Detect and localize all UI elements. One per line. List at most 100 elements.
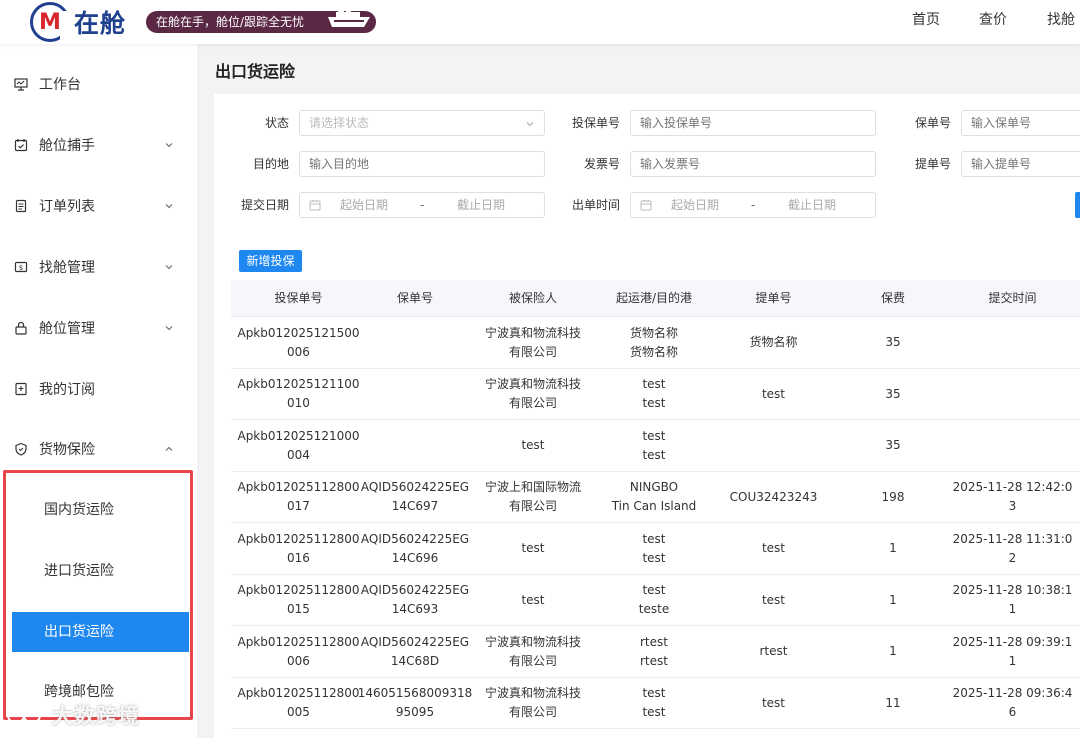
sidebar-item-workbench[interactable]: 工作台: [0, 64, 197, 104]
nav-home[interactable]: 首页: [912, 0, 940, 44]
brand-logo[interactable]: M 在舱: [30, 2, 126, 42]
cell-insured: 宁波真和物流科技 有限公司: [469, 369, 597, 420]
cell-policy-no: AQID56024225EG 14C696: [361, 523, 469, 574]
cell-ports-text: NINGBO Tin Can Island: [611, 480, 697, 513]
sidebar-item-cabin-catcher[interactable]: 舱位捕手: [0, 125, 197, 165]
table-row[interactable]: Apkb012025112800 005 146051568009318 9509…: [231, 677, 1080, 729]
cell-bl-no-text: COU32423243: [729, 489, 818, 504]
status-select[interactable]: 请选择状态: [299, 110, 545, 136]
watermark-text: 大数跨境: [52, 704, 140, 728]
col-header-application-no: 投保单号: [274, 291, 323, 305]
cell-premium: 11: [836, 678, 950, 729]
cell-bl-no-text: test: [761, 386, 786, 401]
cell-application-no: Apkb012025112800 016: [236, 523, 361, 574]
cell-ports: test test: [597, 523, 711, 574]
nav-price-query[interactable]: 查价: [979, 0, 1007, 44]
cell-application-no: Apkb012025112800 015: [236, 575, 361, 626]
policy-app-input[interactable]: [630, 110, 876, 136]
cell-policy-no: [361, 317, 469, 368]
cell-policy-no-text: AQID56024225EG 14C693: [360, 583, 470, 616]
issue-end-date[interactable]: 截止日期: [788, 193, 836, 217]
invoice-label: 发票号: [583, 157, 620, 171]
svg-text:$: $: [19, 264, 23, 272]
cell-ports: NINGBO Tin Can Island: [597, 472, 711, 523]
monitor-icon: [14, 78, 28, 91]
table-row[interactable]: Apkb012025112800 016 AQID56024225EG 14C69…: [231, 523, 1080, 575]
search-button-edge[interactable]: [1075, 192, 1080, 218]
cell-bl-no: [711, 420, 836, 471]
cell-insured: 宁波上和国际物流 有限公司: [469, 472, 597, 523]
cell-policy-no: [361, 420, 469, 471]
cell-application-no-text: Apkb012025112800 015: [237, 583, 360, 616]
sidebar-item-cargo-insurance[interactable]: 货物保险: [0, 429, 197, 469]
calendar-icon: [640, 200, 652, 211]
cell-ports-text: rtest rtest: [640, 634, 668, 668]
cell-submit-time: 2025-11-28 10:38:1 1: [950, 575, 1075, 626]
table-row[interactable]: Apkb012025121000 004 test test test 35: [231, 420, 1080, 472]
policy-no-input[interactable]: [961, 110, 1080, 136]
sidebar-item-cabin-management[interactable]: 舱位管理: [0, 308, 197, 348]
sidebar-item-find-cabin-management[interactable]: $ 找舱管理: [0, 247, 197, 287]
cell-ports-text: test teste: [638, 583, 670, 616]
sidebar-item-order-list[interactable]: 订单列表: [0, 186, 197, 226]
sidebar-subitem-export-cargo[interactable]: 出口货运险: [12, 612, 189, 652]
cell-premium-text: 198: [881, 489, 905, 504]
cell-submit-time: [950, 369, 1075, 420]
cell-bl-no-text: rtest: [759, 644, 788, 658]
cell-application-no-text: Apkb012025112800 016: [237, 531, 360, 565]
cell-bl-no: COU32423243: [711, 472, 836, 523]
cell-submit-time: 2025-11-28 11:31:0 2: [950, 523, 1075, 574]
cell-application-no-text: Apkb012025121500 006: [237, 325, 360, 359]
cell-premium: 198: [836, 472, 950, 523]
cell-policy-no: AQID56024225EG 14C68D: [361, 626, 469, 677]
sidebar-item-my-subscription[interactable]: 我的订阅: [0, 369, 197, 409]
destination-input[interactable]: [299, 151, 545, 177]
cell-application-no: Apkb012025121000 004: [236, 420, 361, 471]
sidebar-subitem-domestic-cargo[interactable]: 国内货运险: [12, 490, 189, 530]
cell-insured: test: [469, 420, 597, 471]
cell-bl-no: test: [711, 369, 836, 420]
submit-end-date[interactable]: 截止日期: [457, 193, 505, 217]
table-row[interactable]: Apkb012025112800 006 AQID56024225EG 14C68…: [231, 626, 1080, 678]
ship-icon: [328, 5, 370, 27]
cell-policy-no: AQID56024225EG 14C697: [361, 472, 469, 523]
table-row[interactable]: Apkb012025112800 017 AQID56024225EG 14C69…: [231, 471, 1080, 523]
issue-start-date[interactable]: 起始日期: [671, 193, 719, 217]
bl-input[interactable]: [961, 151, 1080, 177]
cell-premium-text: 35: [885, 335, 901, 349]
logo-letter: M: [39, 9, 61, 35]
table-row[interactable]: Apkb012025121500 006 宁波真和物流科技 有限公司 货物名称 货物…: [231, 317, 1080, 369]
cell-ports-text: test test: [642, 686, 666, 719]
issue-time-range[interactable]: 起始日期 - 截止日期: [630, 192, 876, 218]
cell-premium: 1: [836, 523, 950, 574]
add-insurance-button[interactable]: 新增投保: [239, 250, 302, 272]
bl-label: 提单号: [914, 157, 951, 171]
submit-date-range[interactable]: 起始日期 - 截止日期: [299, 192, 545, 218]
cell-submit-time: [950, 420, 1075, 471]
chevron-down-icon: [526, 122, 534, 127]
cell-premium: 1: [836, 626, 950, 677]
range-separator: -: [420, 198, 425, 212]
issue-time-label: 出单时间: [571, 198, 620, 212]
cell-submit-time-text: 2025-11-28 09:36:4 6: [952, 686, 1073, 719]
table-row[interactable]: Apkb012025112800 015 AQID56024225EG 14C69…: [231, 574, 1080, 626]
sidebar-subitem-import-cargo[interactable]: 进口货运险: [12, 551, 189, 591]
cell-application-no: Apkb012025121100 010: [236, 369, 361, 420]
invoice-input[interactable]: [630, 151, 876, 177]
cell-policy-no-text: AQID56024225EG 14C68D: [360, 634, 470, 668]
cell-premium: 1: [836, 575, 950, 626]
cell-submit-time: [950, 317, 1075, 368]
cell-insured-text: 宁波上和国际物流 有限公司: [484, 480, 581, 513]
slogan-banner: 在舱在手，舱位/跟踪全无忧: [146, 5, 376, 33]
cell-submit-time-text: 2025-11-28 11:31:0 2: [952, 531, 1073, 565]
cell-bl-no-text: test: [761, 695, 786, 710]
cell-premium: 35: [836, 369, 950, 420]
table-row[interactable]: Apkb012025121100 010 宁波真和物流科技 有限公司 test te…: [231, 368, 1080, 420]
cell-bl-no: rtest: [711, 626, 836, 677]
submit-start-date[interactable]: 起始日期: [340, 193, 388, 217]
cell-insured-text: 宁波真和物流科技 有限公司: [484, 634, 581, 668]
cell-application-no: Apkb012025112800 006: [236, 626, 361, 677]
bookmark-icon: [15, 382, 27, 396]
nav-find-cabin[interactable]: 找舱: [1047, 0, 1075, 44]
cell-premium: 35: [836, 420, 950, 471]
